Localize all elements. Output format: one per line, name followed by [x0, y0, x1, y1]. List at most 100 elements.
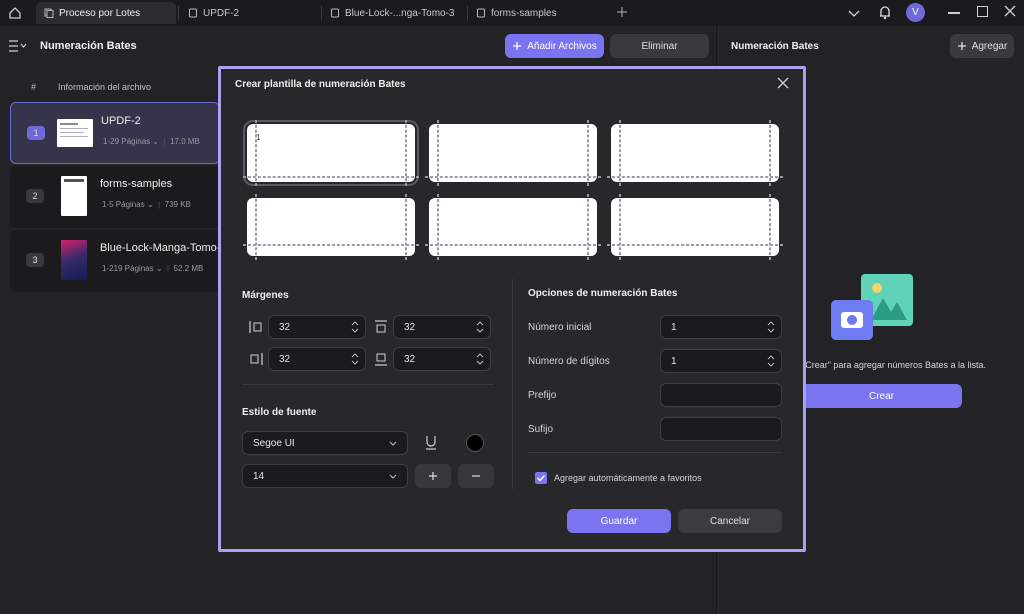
margin-left-input[interactable]: 32: [268, 315, 366, 339]
add-files-button[interactable]: Añadir Archivos: [505, 34, 604, 58]
increase-size-button[interactable]: [415, 464, 451, 488]
tab-batch[interactable]: Proceso por Lotes: [36, 2, 176, 24]
margin-bottom-input[interactable]: 32: [393, 347, 491, 371]
create-button[interactable]: Crear: [801, 384, 962, 408]
minus-icon: [472, 475, 480, 477]
add-label: Agregar: [971, 40, 1008, 52]
tab-label: UPDF-2: [203, 7, 240, 19]
section-divider: [512, 279, 513, 489]
suffix-input[interactable]: [660, 417, 782, 441]
batch-icon: [44, 8, 54, 18]
add-button[interactable]: Agregar: [950, 34, 1014, 58]
close-window-icon[interactable]: [1004, 5, 1016, 17]
margin-left-value: 32: [279, 321, 291, 333]
tab-divider: [178, 6, 179, 20]
row-index: 1: [27, 126, 45, 140]
bell-icon[interactable]: [878, 5, 892, 20]
underline-icon[interactable]: [424, 435, 438, 451]
create-label: Crear: [868, 390, 894, 402]
cancel-button[interactable]: Cancelar: [678, 509, 782, 533]
minimize-icon[interactable]: [948, 12, 960, 14]
position-top-left[interactable]: 1: [243, 120, 419, 186]
file-meta: 1-219 Páginas ⌄ | 52.2 MB: [102, 264, 204, 273]
chevron-down-icon[interactable]: [848, 8, 860, 18]
bates-template-dialog: Crear plantilla de numeración Bates 1 Má…: [218, 66, 806, 552]
file-row[interactable]: 3 Blue-Lock-Manga-Tomo-3 1-219 Páginas ⌄…: [10, 230, 227, 292]
file-row[interactable]: 1 UPDF-2 1-29 Páginas ⌄ | 17.0 MB: [10, 102, 220, 164]
file-meta: 1-29 Páginas ⌄ | 17.0 MB: [103, 137, 200, 146]
file-thumbnail: [61, 176, 87, 216]
margin-bottom-value: 32: [404, 353, 416, 365]
tab-bluelock[interactable]: Blue-Lock-...nga-Tomo-3: [322, 2, 466, 24]
menu-icon[interactable]: [9, 40, 27, 52]
page-range[interactable]: 1-219 Páginas: [102, 264, 154, 273]
stepper-icon[interactable]: [476, 352, 484, 366]
column-info-header: Información del archivo: [58, 82, 152, 92]
chevron-down-icon: [389, 474, 397, 479]
empty-state-illustration: [831, 274, 915, 342]
digits-input[interactable]: 1: [660, 349, 782, 373]
decrease-size-button[interactable]: [458, 464, 494, 488]
file-size: 52.2 MB: [173, 264, 204, 273]
position-bottom-left[interactable]: [243, 194, 419, 260]
position-bottom-right[interactable]: [607, 194, 783, 260]
maximize-icon[interactable]: [977, 6, 988, 17]
font-size-select[interactable]: 14: [242, 464, 408, 488]
margin-top-icon: [374, 320, 388, 334]
page-title: Numeración Bates: [40, 40, 137, 52]
start-number-value: 1: [671, 321, 677, 333]
save-button[interactable]: Guardar: [567, 509, 671, 533]
stepper-icon[interactable]: [767, 354, 775, 368]
tab-updf2[interactable]: UPDF-2: [180, 2, 320, 24]
column-number-header: #: [31, 82, 37, 92]
bates-marker: 1: [256, 133, 261, 142]
page-range[interactable]: 1-5 Páginas: [102, 200, 145, 209]
margin-bottom-icon: [374, 352, 388, 366]
font-style-title: Estilo de fuente: [242, 407, 317, 418]
stepper-icon[interactable]: [476, 320, 484, 334]
delete-label: Eliminar: [641, 40, 678, 52]
empty-state-hint: "Crear" para agregar números Bates a la …: [802, 360, 986, 370]
stepper-icon[interactable]: [351, 352, 359, 366]
plus-icon: [957, 42, 966, 50]
font-color-swatch[interactable]: [466, 434, 484, 452]
stepper-icon[interactable]: [767, 320, 775, 334]
favorite-label: Agregar automáticamente a favoritos: [554, 473, 702, 483]
digits-label: Número de dígitos: [528, 356, 610, 367]
margin-right-input[interactable]: 32: [268, 347, 366, 371]
position-top-center[interactable]: [425, 120, 601, 186]
document-icon: [330, 8, 340, 18]
page-range[interactable]: 1-29 Páginas: [103, 137, 150, 146]
file-size: 739 KB: [164, 200, 191, 209]
font-family-select[interactable]: Segoe UI: [242, 431, 408, 455]
file-name: forms-samples: [100, 178, 173, 190]
margin-top-value: 32: [404, 321, 416, 333]
position-top-right[interactable]: [607, 120, 783, 186]
prefix-input[interactable]: [660, 383, 782, 407]
document-icon: [476, 8, 486, 18]
chevron-down-icon: ⌄: [146, 200, 154, 209]
new-tab-icon[interactable]: [616, 6, 628, 18]
file-name: UPDF-2: [101, 115, 141, 127]
tab-label: Proceso por Lotes: [59, 7, 141, 19]
file-row[interactable]: 2 forms-samples 1-5 Páginas ⌄ | 739 KB: [10, 166, 220, 228]
position-bottom-center[interactable]: [425, 194, 601, 260]
chevron-down-icon: [389, 441, 397, 446]
prefix-label: Prefijo: [528, 390, 557, 401]
delete-button[interactable]: Eliminar: [610, 34, 709, 58]
chevron-down-icon: ⌄: [155, 264, 163, 273]
document-icon: [188, 8, 198, 18]
file-meta: 1-5 Páginas ⌄ | 739 KB: [102, 200, 191, 209]
margin-left-icon: [249, 320, 263, 334]
file-thumbnail: [61, 240, 87, 280]
favorite-checkbox[interactable]: [535, 472, 547, 484]
tab-forms[interactable]: forms-samples: [468, 2, 608, 24]
home-icon[interactable]: [8, 6, 22, 20]
tab-label: Blue-Lock-...nga-Tomo-3: [345, 7, 455, 19]
margin-top-input[interactable]: 32: [393, 315, 491, 339]
plus-icon: [513, 42, 522, 50]
start-number-input[interactable]: 1: [660, 315, 782, 339]
close-icon[interactable]: [775, 75, 791, 91]
avatar[interactable]: V: [906, 3, 925, 22]
stepper-icon[interactable]: [351, 320, 359, 334]
